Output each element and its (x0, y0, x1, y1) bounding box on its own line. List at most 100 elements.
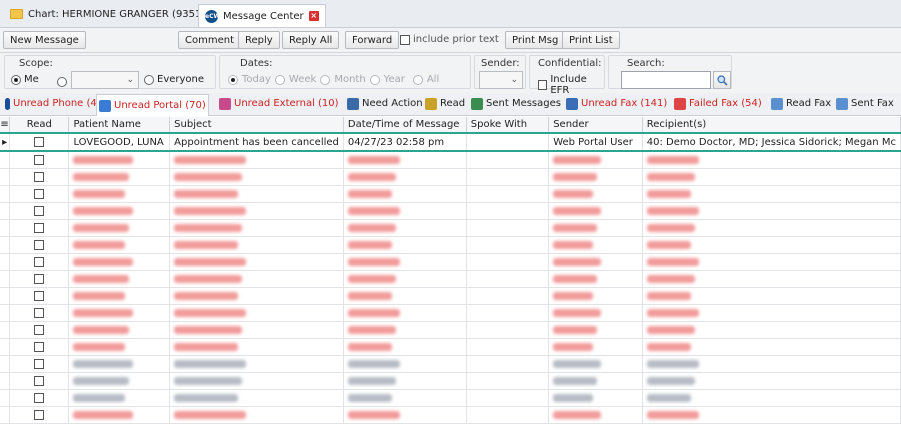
table-row[interactable] (0, 338, 901, 356)
include-prior-checkbox[interactable]: include prior text (400, 34, 499, 45)
read-checkbox[interactable] (34, 324, 45, 335)
table-row[interactable] (0, 287, 901, 305)
read-cell[interactable] (9, 338, 70, 356)
table-row[interactable] (0, 406, 901, 424)
table-row[interactable] (0, 372, 901, 390)
scope-everyone-radio[interactable]: Everyone (144, 74, 204, 85)
radio-week[interactable] (274, 74, 285, 85)
include-efr-check-box[interactable] (538, 80, 548, 90)
redacted-text (347, 308, 400, 317)
tab-phone[interactable]: Unread Phone (44) (5, 95, 107, 113)
read-checkbox[interactable] (34, 392, 45, 403)
table-row[interactable] (0, 202, 901, 220)
forward-button[interactable]: Forward (345, 31, 400, 49)
new-message-button[interactable]: New Message (3, 31, 86, 49)
read-cell[interactable] (9, 219, 70, 237)
read-cell[interactable] (9, 321, 70, 339)
read-checkbox[interactable] (34, 409, 45, 420)
read-checkbox[interactable] (34, 256, 45, 267)
read-cell[interactable] (9, 236, 70, 254)
message-tab-bar: Unread Phone (44) Unread Portal (70) Unrea… (0, 93, 901, 116)
column-subject[interactable]: Subject (169, 117, 344, 134)
radio-today[interactable] (228, 74, 238, 85)
radio-year[interactable] (369, 74, 380, 85)
read-cell[interactable] (9, 132, 70, 152)
table-row-selected[interactable]: ▸ LOVEGOOD, LUNA Appointment has been ca… (0, 132, 901, 152)
user-dropdown[interactable]: ⌄ (71, 71, 139, 89)
read-cell[interactable] (9, 287, 70, 305)
print-msg-button[interactable]: Print Msg (505, 31, 566, 49)
read-cell[interactable] (9, 151, 70, 169)
table-row[interactable] (0, 270, 901, 288)
row-indicator (0, 185, 11, 203)
search-button[interactable] (713, 71, 731, 89)
radio-user[interactable] (57, 77, 67, 87)
close-icon[interactable]: × (308, 11, 319, 21)
read-cell[interactable] (9, 185, 70, 203)
tab-message-center[interactable]: eCW Message Center × (198, 4, 326, 27)
print-list-button[interactable]: Print List (562, 31, 620, 49)
column-spoke-with[interactable]: Spoke With (466, 117, 550, 134)
read-checkbox[interactable] (34, 341, 45, 352)
table-row[interactable] (0, 236, 901, 254)
radio-everyone[interactable] (144, 74, 154, 85)
tab-need-action[interactable]: Need Action (347, 95, 423, 113)
comment-button[interactable]: Comment (178, 31, 241, 49)
column-sender[interactable]: Sender (548, 117, 643, 134)
table-row[interactable] (0, 253, 901, 271)
read-checkbox[interactable] (34, 188, 45, 199)
read-checkbox[interactable] (34, 171, 45, 182)
table-row[interactable] (0, 321, 901, 339)
sender-dropdown[interactable]: ⌄ (479, 71, 523, 89)
radio-all[interactable] (412, 74, 423, 85)
tab-sent-fax[interactable]: Sent Fax (836, 95, 894, 113)
read-cell[interactable] (9, 389, 70, 407)
read-cell[interactable] (9, 253, 70, 271)
tab-fax[interactable]: Unread Fax (141) (566, 95, 667, 113)
reply-all-button[interactable]: Reply All (282, 31, 340, 49)
read-checkbox[interactable] (34, 154, 45, 165)
read-cell[interactable] (9, 304, 70, 322)
table-row[interactable] (0, 355, 901, 373)
read-checkbox[interactable] (34, 136, 45, 147)
tab-read-fax[interactable]: Read Fax (771, 95, 831, 113)
tab-chart[interactable]: Chart: HERMIONE GRANGER (9351) (4, 4, 211, 24)
column-date-time[interactable]: Date/Time of Message (343, 117, 467, 134)
tab-portal[interactable]: Unread Portal (70) (96, 94, 209, 116)
read-cell[interactable] (9, 202, 70, 220)
table-row[interactable] (0, 168, 901, 186)
read-cell[interactable] (9, 270, 70, 288)
column-recipients[interactable]: Recipient(s) (642, 117, 901, 134)
read-checkbox[interactable] (34, 205, 45, 216)
read-checkbox[interactable] (34, 358, 45, 369)
read-cell[interactable] (9, 168, 70, 186)
read-checkbox[interactable] (34, 375, 45, 386)
scope-me-radio[interactable]: Me (11, 74, 39, 85)
read-checkbox[interactable] (34, 273, 45, 284)
column-chooser-icon[interactable]: ≡ (0, 117, 11, 134)
table-row[interactable] (0, 304, 901, 322)
read-checkbox[interactable] (34, 239, 45, 250)
read-checkbox[interactable] (34, 222, 45, 233)
tab-sent[interactable]: Sent Messages (471, 95, 561, 113)
tab-external[interactable]: Unread External (10) (219, 95, 339, 113)
redacted-text (347, 359, 400, 368)
read-cell[interactable] (9, 406, 70, 424)
read-cell[interactable] (9, 355, 70, 373)
search-input[interactable] (621, 71, 711, 89)
read-cell[interactable] (9, 372, 70, 390)
column-patient-name[interactable]: Patient Name (68, 117, 171, 134)
column-read[interactable]: Read (9, 117, 70, 134)
read-checkbox[interactable] (34, 307, 45, 318)
table-row[interactable] (0, 219, 901, 237)
table-row[interactable] (0, 389, 901, 407)
table-row[interactable] (0, 151, 901, 169)
read-checkbox[interactable] (34, 290, 45, 301)
include-prior-check-box[interactable] (400, 34, 410, 45)
tab-read[interactable]: Read (425, 95, 465, 113)
radio-me[interactable] (11, 74, 21, 85)
tab-failed-fax[interactable]: Failed Fax (54) (674, 95, 762, 113)
reply-button[interactable]: Reply (238, 31, 280, 49)
table-row[interactable] (0, 185, 901, 203)
radio-month[interactable] (320, 74, 331, 85)
